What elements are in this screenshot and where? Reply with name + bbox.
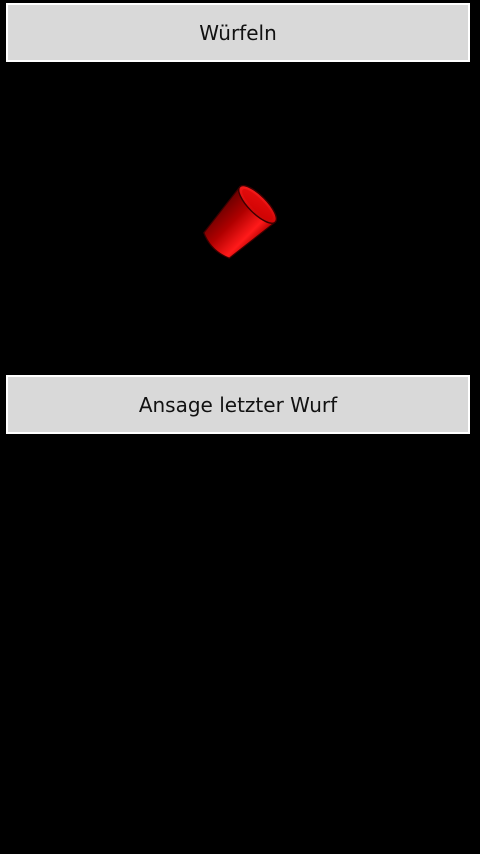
announce-last-roll-button[interactable]: Ansage letzter Wurf [6, 375, 470, 434]
roll-dice-button[interactable]: Würfeln [6, 3, 470, 62]
roll-dice-label: Würfeln [199, 20, 277, 45]
announce-last-roll-label: Ansage letzter Wurf [138, 392, 338, 417]
dice-cup-icon[interactable] [190, 168, 294, 272]
